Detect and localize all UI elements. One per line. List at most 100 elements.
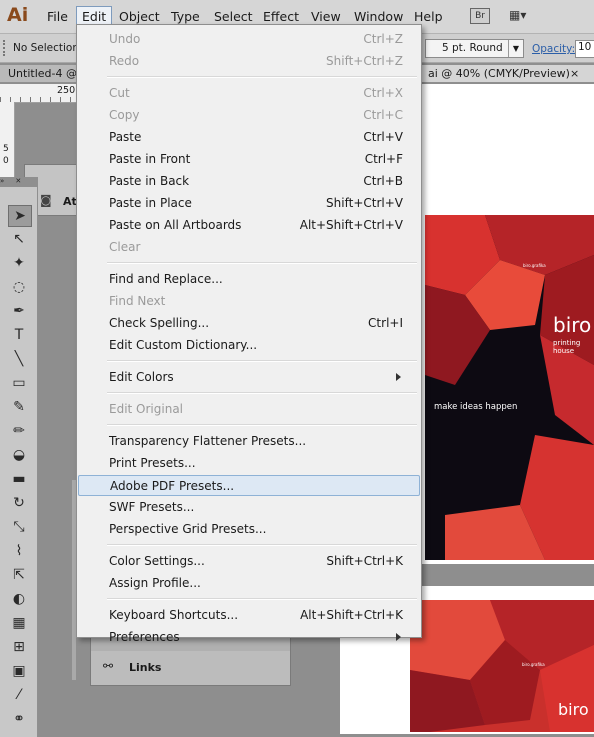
menu-item-cut[interactable]: Cut Ctrl+X xyxy=(109,83,409,103)
menu-help[interactable]: Help xyxy=(414,9,443,24)
menu-item-paste-in-back[interactable]: Paste in Back Ctrl+B xyxy=(109,171,409,191)
tab-current-document[interactable]: ai @ 40% (CMYK/Preview) × xyxy=(420,65,594,82)
pen-tool-icon[interactable]: ✒ xyxy=(8,301,30,321)
menu-item-redo[interactable]: Redo Shift+Ctrl+Z xyxy=(109,51,409,71)
brochure-artwork[interactable]: biro printing house make ideas happen bi… xyxy=(425,215,594,560)
workspace-switcher-icon[interactable]: ▦▾ xyxy=(509,8,533,23)
menu-item-paste-in-front[interactable]: Paste in Front Ctrl+F xyxy=(109,149,409,169)
mesh-tool-icon[interactable]: ⊞ xyxy=(8,637,30,657)
artboards-tab[interactable]: At xyxy=(63,195,77,208)
rotate-tool-icon[interactable]: ↻ xyxy=(8,493,30,513)
menu-object[interactable]: Object xyxy=(119,9,160,24)
menu-item-label: Paste in Back xyxy=(109,174,190,188)
menu-item-label: Adobe PDF Presets... xyxy=(110,479,235,493)
menu-item-paste-on-all-artboards[interactable]: Paste on All Artboards Alt+Shift+Ctrl+V xyxy=(109,215,409,235)
menu-item-swf-presets[interactable]: SWF Presets... xyxy=(109,497,409,517)
menu-item-undo[interactable]: Undo Ctrl+Z xyxy=(109,29,409,49)
blob-brush-tool-icon[interactable]: ◒ xyxy=(8,445,30,465)
warp-tool-icon[interactable]: ⌇ xyxy=(8,541,30,561)
lasso-tool-icon[interactable]: ◌ xyxy=(8,277,30,297)
panel-header[interactable]: » ✕ xyxy=(0,177,37,187)
menu-separator xyxy=(107,262,417,264)
menu-item-edit-original[interactable]: Edit Original xyxy=(109,399,409,419)
links-tab[interactable]: Links xyxy=(129,661,161,674)
menu-file[interactable]: File xyxy=(47,9,68,24)
menu-item-preferences[interactable]: Preferences xyxy=(109,627,409,647)
edit-menu: Undo Ctrl+Z Redo Shift+Ctrl+Z Cut Ctrl+X Copy C… xyxy=(76,24,422,644)
menu-item-label: Print Presets... xyxy=(109,456,196,470)
menu-item-shortcut: Ctrl+C xyxy=(363,108,403,122)
direct-selection-tool-icon[interactable]: ↖ xyxy=(8,229,30,249)
tagline: make ideas happen xyxy=(434,402,518,412)
menu-item-assign-profile[interactable]: Assign Profile... xyxy=(109,573,409,593)
menu-item-keyboard-shortcuts[interactable]: Keyboard Shortcuts... Alt+Shift+Ctrl+K xyxy=(109,605,409,625)
opacity-input[interactable]: 10 xyxy=(575,40,594,58)
menu-item-color-settings[interactable]: Color Settings... Shift+Ctrl+K xyxy=(109,551,409,571)
menu-window[interactable]: Window xyxy=(354,9,403,24)
menu-item-edit-colors[interactable]: Edit Colors xyxy=(109,367,409,387)
brand-subtitle: printing house xyxy=(553,339,581,355)
free-transform-tool-icon[interactable]: ⇱ xyxy=(8,565,30,585)
menu-select[interactable]: Select xyxy=(214,9,253,24)
bridge-button[interactable]: Br xyxy=(470,8,490,24)
blend-tool-icon[interactable]: ⚭ xyxy=(8,709,30,729)
menu-item-label: Redo xyxy=(109,54,140,68)
eraser-tool-icon[interactable]: ▬ xyxy=(8,469,30,489)
menu-item-copy[interactable]: Copy Ctrl+C xyxy=(109,105,409,125)
perspective-grid-tool-icon[interactable]: ▦ xyxy=(8,613,30,633)
menu-item-shortcut: Ctrl+B xyxy=(363,174,403,188)
menu-item-paste-in-place[interactable]: Paste in Place Shift+Ctrl+V xyxy=(109,193,409,213)
menu-effect[interactable]: Effect xyxy=(263,9,299,24)
menu-item-label: Edit Custom Dictionary... xyxy=(109,338,258,352)
menu-separator xyxy=(107,544,417,546)
menu-item-paste[interactable]: Paste Ctrl+V xyxy=(109,127,409,147)
opacity-label[interactable]: Opacity: xyxy=(532,43,575,55)
menu-item-shortcut: Shift+Ctrl+K xyxy=(326,554,403,568)
menu-item-label: Paste on All Artboards xyxy=(109,218,242,232)
shape-builder-tool-icon[interactable]: ◐ xyxy=(8,589,30,609)
close-icon[interactable]: × xyxy=(570,65,579,82)
tab-label: ai @ 40% (CMYK/Preview) xyxy=(428,67,570,80)
menu-item-label: Edit Colors xyxy=(109,370,174,384)
stroke-profile-dropdown[interactable]: 5 pt. Round ▼ xyxy=(425,39,524,58)
selection-tool-icon[interactable]: ➤ xyxy=(8,205,32,227)
menu-separator xyxy=(107,598,417,600)
menu-item-label: Edit Original xyxy=(109,402,184,416)
paintbrush-tool-icon[interactable]: ✎ xyxy=(8,397,30,417)
brand-logo: biro xyxy=(553,313,592,337)
menu-item-check-spelling[interactable]: Check Spelling... Ctrl+I xyxy=(109,313,409,333)
eyedropper-tool-icon[interactable]: ⁄ xyxy=(8,685,30,705)
menu-item-transparency-flattener-presets[interactable]: Transparency Flattener Presets... xyxy=(109,431,409,451)
submenu-arrow-icon xyxy=(396,373,401,381)
pencil-tool-icon[interactable]: ✏ xyxy=(8,421,30,441)
rectangle-tool-icon[interactable]: ▭ xyxy=(8,373,30,393)
menu-type[interactable]: Type xyxy=(171,9,200,24)
tab-untitled-4[interactable]: Untitled-4 @ xyxy=(0,65,86,82)
menu-item-label: Paste in Place xyxy=(109,196,192,210)
grip-icon xyxy=(3,40,9,56)
menu-item-find-and-replace[interactable]: Find and Replace... xyxy=(109,269,409,289)
chevron-down-icon[interactable]: ▼ xyxy=(508,40,523,57)
menu-item-label: Color Settings... xyxy=(109,554,205,568)
menu-item-edit-custom-dictionary[interactable]: Edit Custom Dictionary... xyxy=(109,335,409,355)
menu-item-label: Preferences xyxy=(109,630,180,644)
menu-item-print-presets[interactable]: Print Presets... xyxy=(109,453,409,473)
menu-item-find-next[interactable]: Find Next xyxy=(109,291,409,311)
submenu-arrow-icon xyxy=(396,633,401,641)
brochure-artwork-second[interactable]: biro biro.grafika xyxy=(410,600,594,732)
menu-item-perspective-grid-presets[interactable]: Perspective Grid Presets... xyxy=(109,519,409,539)
menu-item-label: Assign Profile... xyxy=(109,576,201,590)
type-tool-icon[interactable]: T xyxy=(8,325,30,345)
menu-item-shortcut: Alt+Shift+Ctrl+V xyxy=(299,218,403,232)
vertical-ruler[interactable]: 5 0 xyxy=(0,102,15,182)
menu-item-label: Copy xyxy=(109,108,140,122)
links-icon: ⚯ xyxy=(103,659,114,673)
menu-item-adobe-pdf-presets[interactable]: Adobe PDF Presets... xyxy=(78,475,420,496)
menu-item-clear[interactable]: Clear xyxy=(109,237,409,257)
line-tool-icon[interactable]: ╲ xyxy=(8,349,30,369)
menu-view[interactable]: View xyxy=(311,9,341,24)
gradient-tool-icon[interactable]: ▣ xyxy=(8,661,30,681)
magic-wand-tool-icon[interactable]: ✦ xyxy=(8,253,30,273)
scale-tool-icon[interactable]: ⤡ xyxy=(8,517,30,537)
app-logo: Ai xyxy=(7,4,29,26)
